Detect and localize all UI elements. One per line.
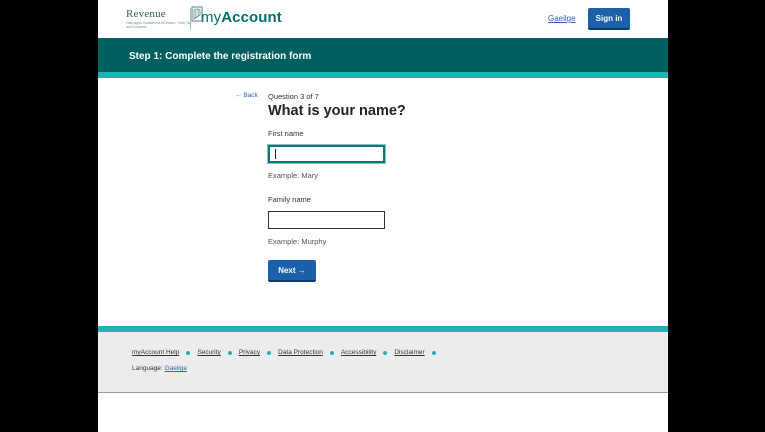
first-name-input[interactable] bbox=[268, 145, 385, 163]
footer-link-accessibility[interactable]: Accessibility bbox=[341, 349, 376, 356]
bullet-separator bbox=[329, 350, 334, 355]
site-footer: myAccount Help Security Privacy Data Pro… bbox=[98, 332, 668, 393]
logo-subtitle: Cáin agus Custaim na hÉireann · Irish Ta… bbox=[126, 21, 192, 29]
site-header: Revenue Cáin agus Custaim na hÉireann · … bbox=[98, 0, 668, 38]
question-counter: Question 3 of 7 bbox=[268, 92, 319, 101]
family-name-label: Family name bbox=[268, 195, 311, 204]
back-link[interactable]: ← Back bbox=[235, 92, 258, 99]
question-title: What is your name? bbox=[268, 103, 406, 119]
first-name-label: First name bbox=[268, 129, 304, 138]
page: Revenue Cáin agus Custaim na hÉireann · … bbox=[98, 0, 668, 432]
next-label: Next bbox=[278, 265, 296, 275]
bullet-separator bbox=[186, 350, 191, 355]
footer-link-disclaimer[interactable]: Disclaimer bbox=[394, 349, 424, 356]
brand-suffix: Account bbox=[221, 9, 282, 26]
bullet-separator bbox=[431, 350, 436, 355]
text-caret bbox=[275, 149, 276, 159]
next-button[interactable]: Next → bbox=[268, 260, 316, 282]
bullet-separator bbox=[227, 350, 232, 355]
bullet-separator bbox=[267, 350, 272, 355]
step-banner: Step 1: Complete the registration form bbox=[98, 38, 668, 72]
language-toggle-link[interactable]: Gaeilge bbox=[548, 14, 576, 23]
step-title: Step 1: Complete the registration form bbox=[129, 51, 312, 62]
footer-link-privacy[interactable]: Privacy bbox=[239, 349, 260, 356]
arrow-right-icon: → bbox=[297, 265, 306, 275]
footer-link-security[interactable]: Security bbox=[197, 349, 220, 356]
footer-language-link[interactable]: Gaeilge bbox=[165, 365, 187, 372]
first-name-hint: Example: Mary bbox=[268, 171, 319, 180]
logo-wordmark: Revenue bbox=[126, 8, 166, 20]
footer-link-data-protection[interactable]: Data Protection bbox=[278, 349, 323, 356]
footer-links: myAccount Help Security Privacy Data Pro… bbox=[132, 349, 443, 356]
banner-accent-stripe bbox=[98, 72, 668, 78]
brand-divider bbox=[190, 8, 191, 30]
back-label: Back bbox=[243, 92, 258, 99]
footer-language-row: Language: Gaeilge bbox=[132, 365, 187, 372]
sign-in-button[interactable]: Sign in bbox=[588, 8, 630, 30]
brand-prefix: my bbox=[201, 9, 222, 26]
footer-link-help[interactable]: myAccount Help bbox=[132, 349, 179, 356]
arrow-left-icon: ← bbox=[235, 92, 242, 99]
family-name-input[interactable] bbox=[268, 211, 385, 229]
myaccount-brand[interactable]: myAccount bbox=[201, 9, 282, 26]
language-prefix: Language: bbox=[132, 365, 163, 372]
bullet-separator bbox=[383, 350, 388, 355]
family-name-hint: Example: Murphy bbox=[268, 237, 327, 246]
